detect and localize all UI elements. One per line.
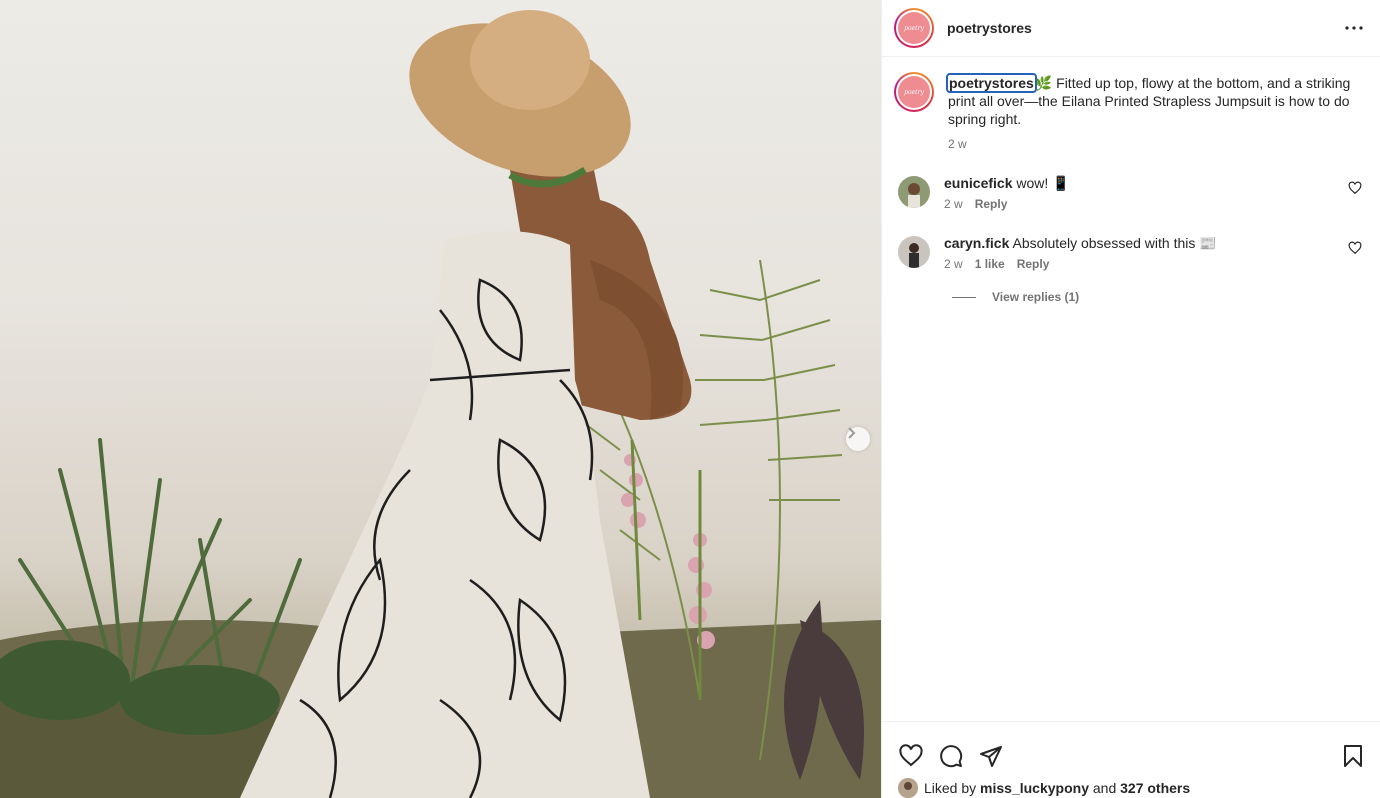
heart-icon [899,744,923,767]
liked-by-others[interactable]: 327 others [1120,780,1190,796]
share-button[interactable] [978,743,1004,769]
comment-likes-count[interactable]: 1 like [975,256,1005,272]
liked-by-prefix: Liked by [924,780,977,796]
like-comment-heart-icon[interactable] [1348,181,1362,195]
comment-text: wow! [1016,175,1053,191]
liked-by: Liked by miss_luckypony and 327 others [882,778,1380,798]
save-button[interactable] [1340,743,1366,769]
post-photo[interactable] [0,0,881,798]
liker-avatar[interactable] [898,778,918,798]
post-dialog: poetry poetrystores poetry poetrystores🌿… [0,0,1380,798]
liked-by-joiner: and [1092,780,1117,796]
caption-avatar[interactable]: poetry [894,72,934,112]
view-replies-button[interactable]: View replies (1) [952,290,1362,304]
reply-button[interactable]: Reply [975,196,1008,212]
like-button[interactable] [898,743,924,769]
comment-item: caryn.fick Absolutely obsessed with this… [894,234,1362,272]
comment-timestamp[interactable]: 2 w [944,196,963,212]
share-icon [980,746,1002,767]
comment-emoji: 📰 [1199,235,1217,251]
liked-by-user[interactable]: miss_luckypony [980,780,1089,796]
comment-icon [940,745,963,768]
ellipsis-icon [1345,26,1363,30]
comment-button[interactable] [938,743,964,769]
comment-emoji: 📱 [1052,175,1070,191]
like-comment-heart-icon[interactable] [1348,241,1362,255]
post-header: poetry poetrystores [882,0,1380,57]
next-image-button[interactable] [846,427,870,451]
comment-item: eunicefick wow! 📱 2 w Reply [894,174,1362,212]
caption-emoji: 🌿 [1034,75,1053,91]
comment-text: Absolutely obsessed with this [1012,235,1200,251]
bookmark-icon [1344,745,1362,767]
caption-timestamp[interactable]: 2 w [948,136,967,152]
caption-avatar-logo: poetry [898,76,930,108]
author-username[interactable]: poetrystores [947,20,1032,36]
chevron-right-icon [848,427,856,439]
caption: poetry poetrystores🌿 Fitted up top, flow… [894,72,1362,152]
comment-username[interactable]: eunicefick [944,175,1012,191]
commenter-avatar[interactable] [898,236,930,268]
photo-illustration [0,10,881,798]
author-avatar[interactable]: poetry [894,8,934,48]
view-replies-label: View replies (1) [992,290,1080,304]
more-options-button[interactable] [1342,16,1366,40]
comment-timestamp[interactable]: 2 w [944,256,963,272]
action-bar [882,722,1380,776]
post-footer: Liked by miss_luckypony and 327 others [882,721,1380,798]
reply-button[interactable]: Reply [1017,256,1050,272]
commenter-avatar[interactable] [898,176,930,208]
replies-divider [952,296,976,298]
author-avatar-logo: poetry [898,12,930,44]
comment-username[interactable]: caryn.fick [944,235,1009,251]
caption-username[interactable]: poetrystores [946,73,1037,93]
comments-list[interactable]: poetry poetrystores🌿 Fitted up top, flow… [882,58,1380,721]
post-side-panel: poetry poetrystores poetry poetrystores🌿… [881,0,1380,798]
